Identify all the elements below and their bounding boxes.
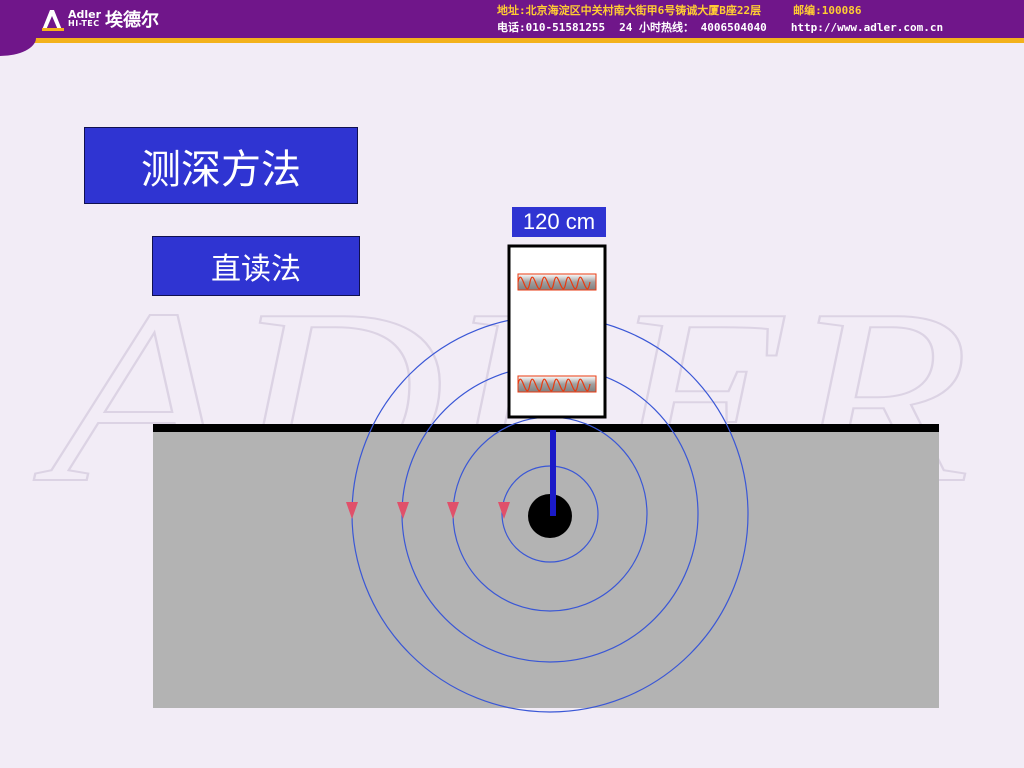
upper-coil [517, 273, 597, 291]
locator-diagram [153, 244, 939, 713]
ground-surface-line [153, 424, 939, 432]
depth-rod [550, 430, 556, 516]
lower-coil [517, 375, 597, 393]
ground-area [153, 430, 939, 708]
